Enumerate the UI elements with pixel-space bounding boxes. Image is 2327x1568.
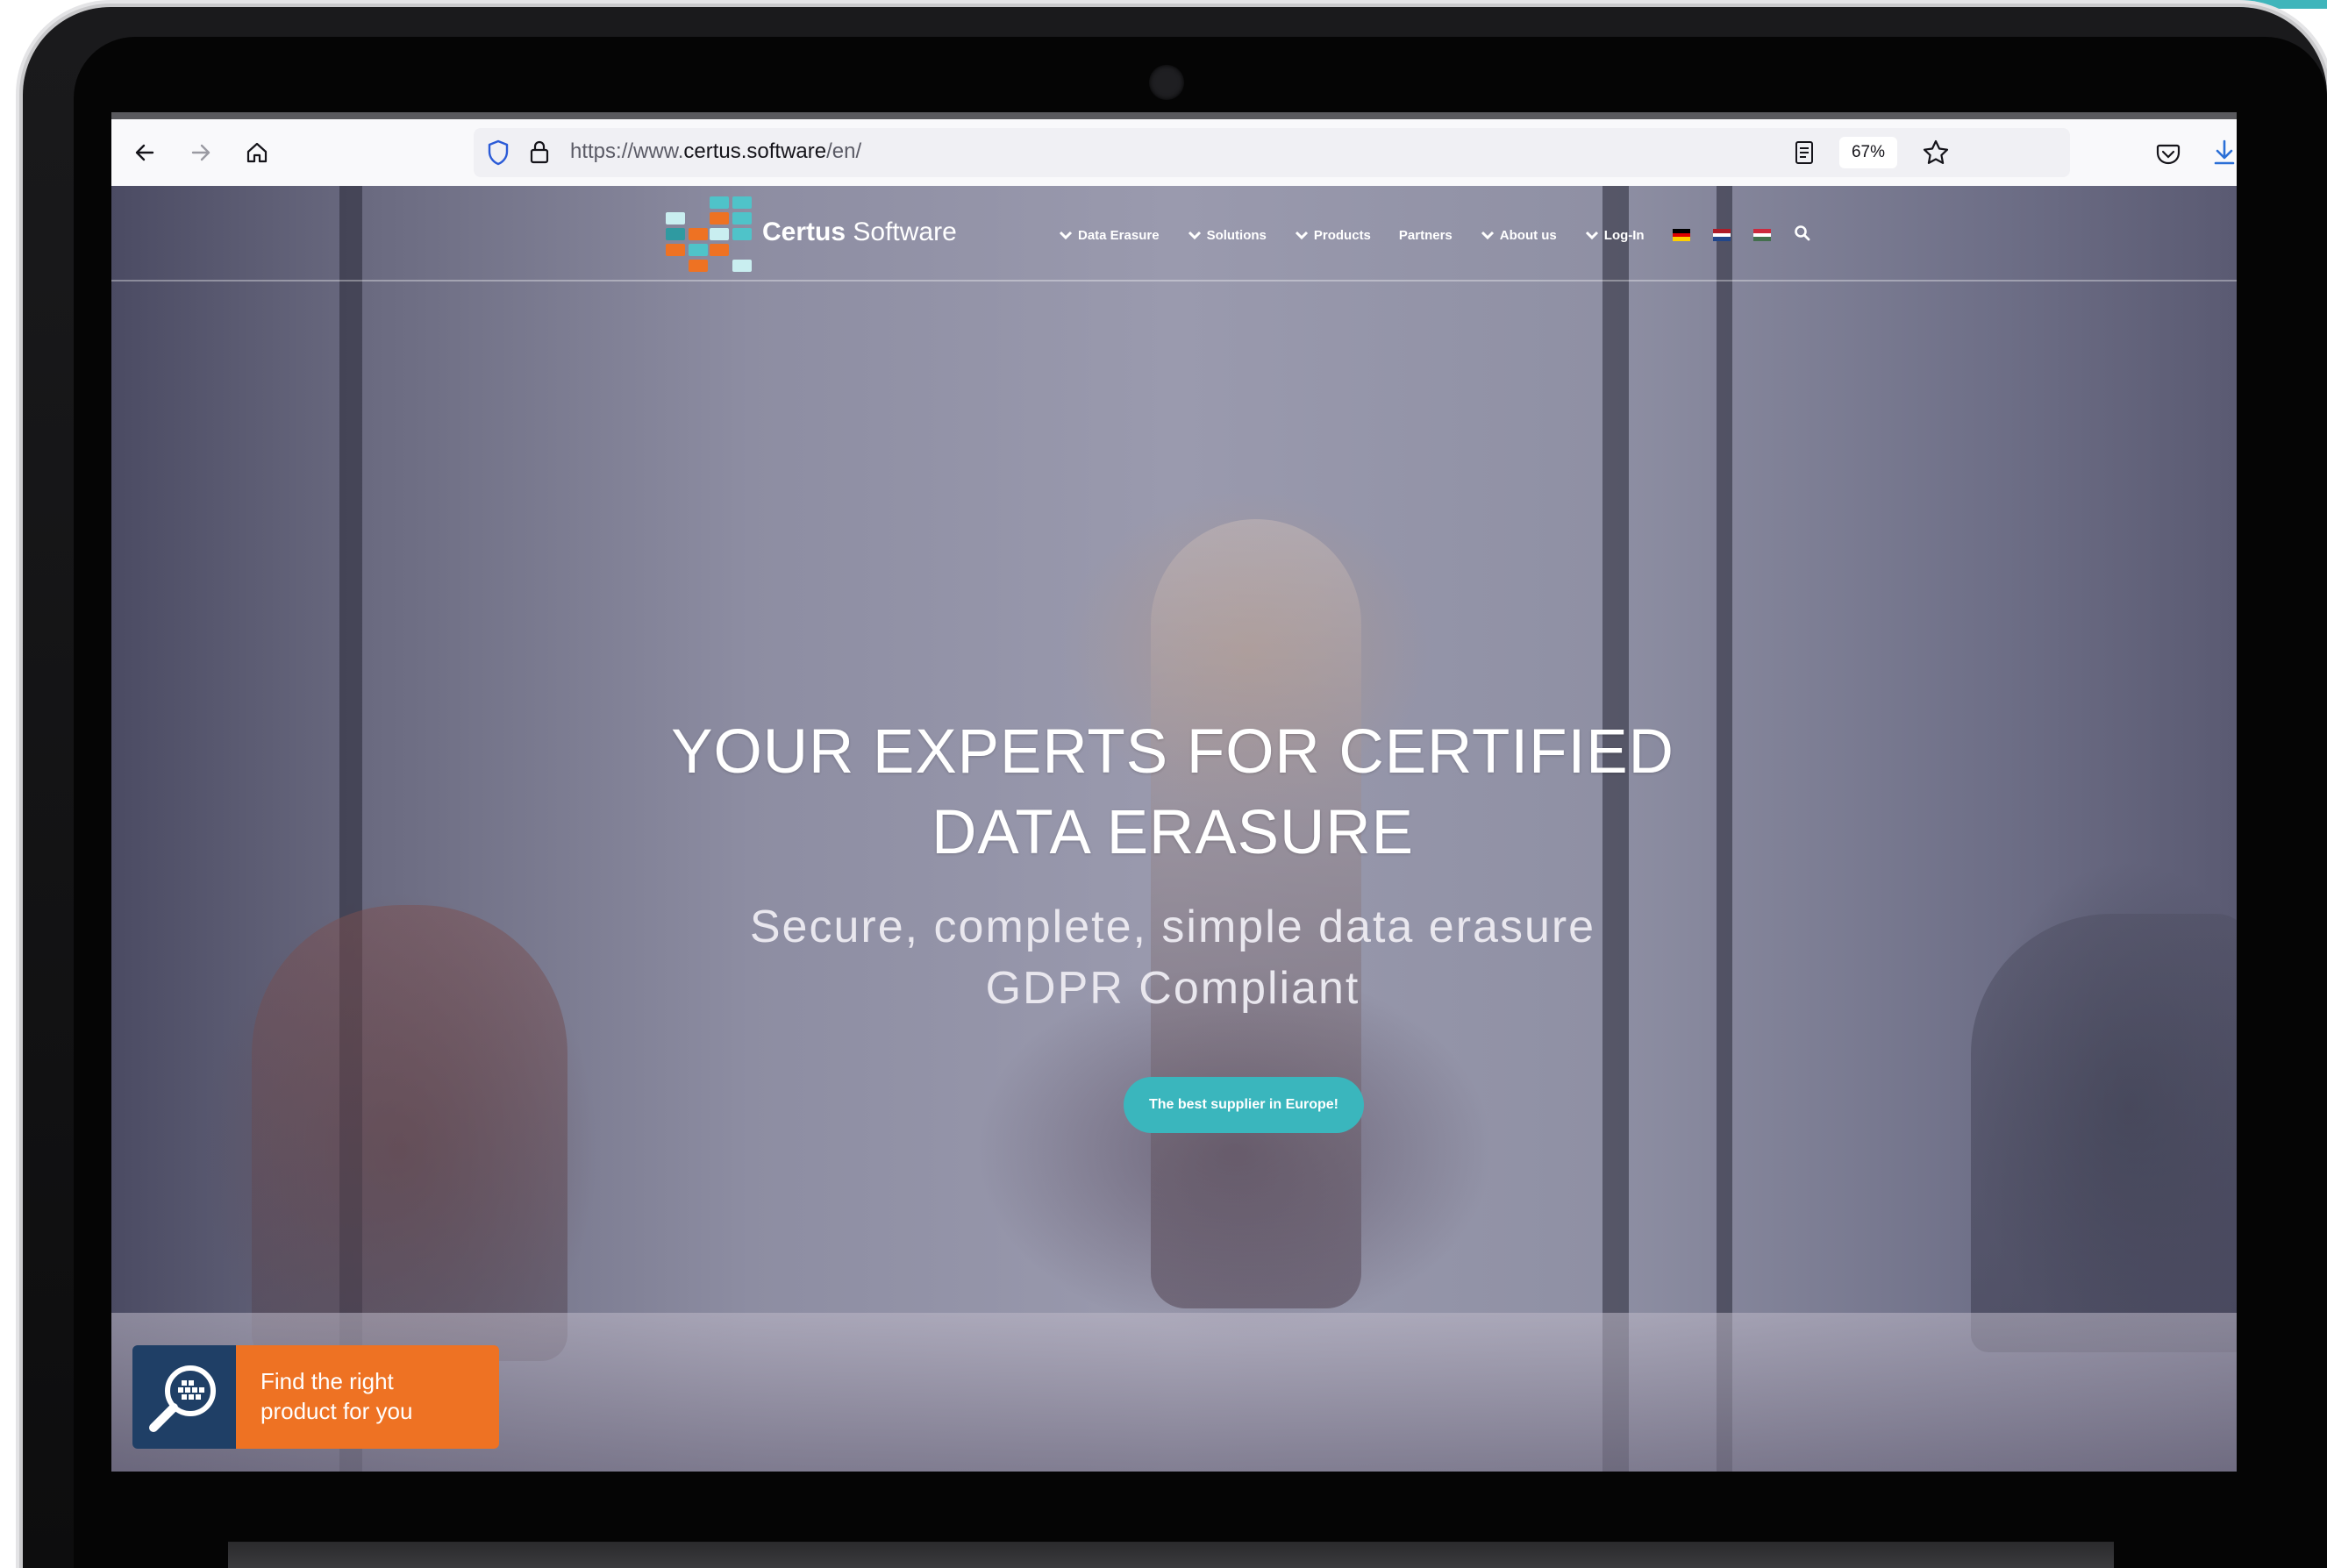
camera-icon	[1149, 65, 1184, 100]
hero-subtitle: Secure, complete, simple data erasure GD…	[603, 896, 1743, 1019]
nav-label: Log-In	[1603, 227, 1645, 243]
lock-icon[interactable]	[528, 139, 551, 169]
pocket-icon[interactable]	[2155, 140, 2181, 171]
nav-partners[interactable]: Partners	[1399, 228, 1453, 243]
forward-arrow-icon[interactable]	[183, 135, 218, 170]
laptop-base	[228, 1542, 2114, 1568]
nav-label: Partners	[1398, 227, 1453, 243]
hero-title: YOUR EXPERTS FOR CERTIFIED DATA ERASURE	[671, 717, 1674, 867]
website-viewport: Certus Software Data Erasure Solutions P…	[111, 186, 2237, 1472]
reader-view-icon[interactable]	[1794, 139, 1815, 170]
attendee-left-photo	[252, 905, 567, 1361]
product-finder-widget[interactable]: Find the right product for you	[132, 1345, 499, 1449]
nav-data-erasure[interactable]: Data Erasure	[1059, 228, 1160, 243]
flag-netherlands-icon[interactable]	[1712, 229, 1731, 242]
url-text[interactable]: https://www.certus.software/en/	[570, 139, 861, 164]
site-logo-text[interactable]: Certus Software	[762, 217, 957, 247]
certus-logo-icon[interactable]	[666, 196, 753, 272]
site-header: Certus Software Data Erasure Solutions P…	[111, 186, 2237, 282]
nav-label: Solutions	[1206, 227, 1267, 243]
back-arrow-icon[interactable]	[127, 135, 162, 170]
nav-label: Data Erasure	[1078, 227, 1160, 243]
magnifier-icon	[132, 1345, 236, 1449]
shield-icon[interactable]	[486, 139, 510, 171]
nav-log-in[interactable]: Log-In	[1585, 228, 1645, 243]
chevron-down-icon	[1585, 231, 1598, 240]
chevron-down-icon	[1059, 231, 1073, 240]
hero-cta-button[interactable]: The best supplier in Europe!	[1124, 1077, 1364, 1133]
zoom-level-badge[interactable]: 67%	[1839, 137, 1897, 168]
bookmark-star-icon[interactable]	[1921, 138, 1951, 172]
nav-label: Products	[1313, 227, 1371, 243]
browser-toolbar: https://www.certus.software/en/ 67%	[111, 112, 2237, 186]
product-finder-line: product for you	[261, 1398, 413, 1424]
product-finder-line: Find the right	[261, 1368, 394, 1394]
attendee-right-photo	[1971, 914, 2237, 1352]
nav-solutions[interactable]: Solutions	[1188, 228, 1267, 243]
address-bar[interactable]: https://www.certus.software/en/ 67%	[474, 128, 2070, 177]
flag-hungary-icon[interactable]	[1752, 229, 1771, 242]
search-icon[interactable]	[1794, 225, 1811, 246]
flag-germany-icon[interactable]	[1672, 229, 1690, 242]
download-icon[interactable]	[2212, 139, 2237, 171]
product-finder-label: Find the right product for you	[236, 1345, 499, 1449]
nav-products[interactable]: Products	[1295, 228, 1371, 243]
main-navigation: Data Erasure Solutions Products Partners…	[1059, 225, 1811, 246]
chevron-down-icon	[1295, 231, 1308, 240]
chevron-down-icon	[1481, 231, 1494, 240]
nav-about-us[interactable]: About us	[1481, 228, 1557, 243]
nav-label: About us	[1499, 227, 1557, 243]
chevron-down-icon	[1188, 231, 1201, 240]
hero-subtitle-line: Secure, complete, simple data erasure	[749, 902, 1596, 952]
laptop-screen: https://www.certus.software/en/ 67% Cert…	[111, 112, 2237, 1472]
home-icon[interactable]	[239, 135, 275, 170]
hero-subtitle-line: GDPR Compliant	[985, 963, 1360, 1014]
